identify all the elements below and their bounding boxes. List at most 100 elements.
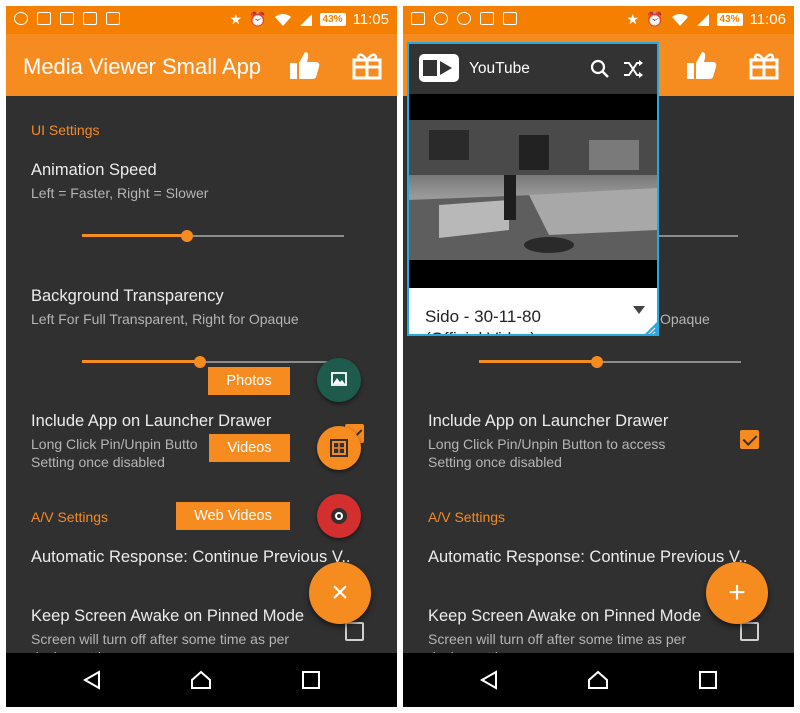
- mail-icon: [480, 12, 494, 25]
- youtube-popup-window[interactable]: YouTube Sido - 30-11-80: [407, 42, 659, 336]
- edit-icon: [83, 12, 97, 25]
- play-icon: [423, 60, 452, 76]
- slider-thumb[interactable]: [180, 230, 193, 242]
- thumbs-up-icon[interactable]: [288, 48, 322, 82]
- section-header-av-settings: A/V Settings: [428, 509, 506, 525]
- usb-icon: [457, 12, 471, 25]
- image-icon: [331, 372, 347, 386]
- add-fab-button[interactable]: +: [706, 562, 768, 624]
- navigation-bar: [403, 653, 794, 707]
- star-icon: ★: [626, 11, 640, 27]
- star-icon: ★: [229, 11, 243, 27]
- status-time: 11:05: [352, 11, 389, 28]
- section-header-av-settings: A/V Settings: [31, 509, 109, 525]
- gift-icon[interactable]: [350, 48, 384, 82]
- play-icon: [434, 12, 448, 25]
- pref-title-automatic-response[interactable]: Automatic Response: Continue Previous V.…: [31, 548, 351, 567]
- pref-summary-background-transparency: Left For Full Transparent, Right for Opa…: [31, 311, 299, 327]
- app-bar: Media Viewer Small App: [6, 34, 397, 96]
- pref-title-include-launcher: Include App on Launcher Drawer: [428, 412, 669, 430]
- status-bar: ★ ⏰ 43% 11:06: [403, 6, 794, 34]
- include-launcher-checkbox[interactable]: [740, 430, 759, 449]
- alarm-icon: ⏰: [646, 11, 664, 27]
- film-icon: [330, 439, 348, 457]
- resize-handle-icon[interactable]: [641, 322, 657, 336]
- youtube-video-caption: Sido - 30-11-80 (Official Video): [409, 288, 657, 336]
- home-icon[interactable]: [587, 670, 609, 690]
- image-icon: [37, 12, 51, 25]
- pref-summary-background-transparency-tail: Opaque: [660, 311, 710, 327]
- videos-menu-label[interactable]: Videos: [209, 434, 290, 462]
- videos-fab[interactable]: [317, 426, 361, 470]
- slider-thumb[interactable]: [193, 356, 206, 368]
- signal-icon: [299, 13, 312, 26]
- add-icon: +: [728, 576, 746, 609]
- chevron-down-icon[interactable]: [633, 306, 645, 314]
- youtube-logo: [419, 54, 459, 82]
- keep-screen-awake-checkbox[interactable]: [345, 622, 364, 641]
- video-title-line2: (Official Video): [425, 328, 625, 334]
- slider-fill: [82, 234, 187, 237]
- globe-icon: [331, 508, 347, 524]
- background-transparency-slider[interactable]: [479, 355, 741, 369]
- pref-summary-include-launcher-line1: Long Click Pin/Unpin Button to access: [428, 436, 666, 452]
- phone-screen-right: ★ ⏰ 43% 11:06 Opaque Include App on Laun…: [403, 6, 794, 707]
- close-fab-button[interactable]: ×: [309, 562, 371, 624]
- video-title-line1: Sido - 30-11-80: [425, 307, 541, 326]
- slider-fill: [82, 360, 200, 363]
- close-icon: ×: [331, 576, 349, 609]
- pref-summary-include-launcher-line1: Long Click Pin/Unpin Butto: [31, 436, 198, 452]
- pref-title-animation-speed: Animation Speed: [31, 161, 157, 179]
- status-time: 11:06: [749, 11, 786, 28]
- alarm-icon: ⏰: [249, 11, 267, 27]
- phone-screen-left: ★ ⏰ 43% 11:05 Media Viewer Small App UI …: [6, 6, 397, 707]
- pref-summary-animation-speed: Left = Faster, Right = Slower: [31, 185, 209, 201]
- keep-screen-awake-checkbox[interactable]: [740, 622, 759, 641]
- navigation-bar: [6, 653, 397, 707]
- slider-track: [656, 235, 738, 237]
- thumbs-up-icon[interactable]: [685, 48, 719, 82]
- gift-icon[interactable]: [747, 48, 781, 82]
- pref-title-keep-screen-awake: Keep Screen Awake on Pinned Mode: [31, 607, 305, 625]
- battery-indicator: 43%: [716, 13, 743, 26]
- photos-fab[interactable]: [317, 358, 361, 402]
- youtube-video-player[interactable]: [409, 94, 657, 288]
- shuffle-icon[interactable]: [621, 58, 645, 80]
- web-videos-menu-label[interactable]: Web Videos: [176, 502, 290, 530]
- image-icon: [503, 12, 517, 25]
- signal-icon: [696, 13, 709, 26]
- slider-thumb[interactable]: [590, 356, 603, 368]
- pref-title-keep-screen-awake: Keep Screen Awake on Pinned Mode: [428, 607, 702, 625]
- section-header-ui-settings: UI Settings: [31, 122, 100, 138]
- search-icon[interactable]: [589, 58, 611, 80]
- youtube-popup-title: YouTube: [469, 60, 530, 77]
- animation-speed-slider[interactable]: [82, 229, 344, 243]
- youtube-popup-header[interactable]: YouTube: [409, 44, 657, 94]
- back-icon[interactable]: [478, 670, 500, 690]
- usb-icon: [14, 12, 28, 25]
- recents-icon[interactable]: [300, 670, 322, 690]
- pref-summary-keep-screen-awake-line1: Screen will turn off after some time as …: [428, 631, 687, 647]
- back-icon[interactable]: [81, 670, 103, 690]
- battery-indicator: 43%: [319, 13, 346, 26]
- pref-title-background-transparency: Background Transparency: [31, 287, 224, 305]
- pref-title-automatic-response[interactable]: Automatic Response: Continue Previous V.…: [428, 548, 748, 567]
- wifi-icon: [671, 13, 688, 26]
- recents-icon[interactable]: [697, 670, 719, 690]
- status-bar: ★ ⏰ 43% 11:05: [6, 6, 397, 34]
- web-videos-fab[interactable]: [317, 494, 361, 538]
- pref-summary-include-launcher-line2: Setting once disabled: [31, 454, 165, 470]
- video-frame: [409, 120, 657, 260]
- slider-fill: [479, 360, 597, 363]
- chat-icon: [411, 12, 425, 25]
- mail-icon: [60, 12, 74, 25]
- wifi-icon: [274, 13, 291, 26]
- home-icon[interactable]: [190, 670, 212, 690]
- photos-menu-label[interactable]: Photos: [208, 367, 290, 395]
- pref-summary-include-launcher-line2: Setting once disabled: [428, 454, 562, 470]
- pref-title-include-launcher: Include App on Launcher Drawer: [31, 412, 272, 430]
- app-title: Media Viewer Small App: [23, 54, 262, 79]
- pref-summary-keep-screen-awake-line1: Screen will turn off after some time as …: [31, 631, 290, 647]
- clipboard-icon: [106, 12, 120, 25]
- animation-speed-slider-partial[interactable]: [656, 229, 738, 243]
